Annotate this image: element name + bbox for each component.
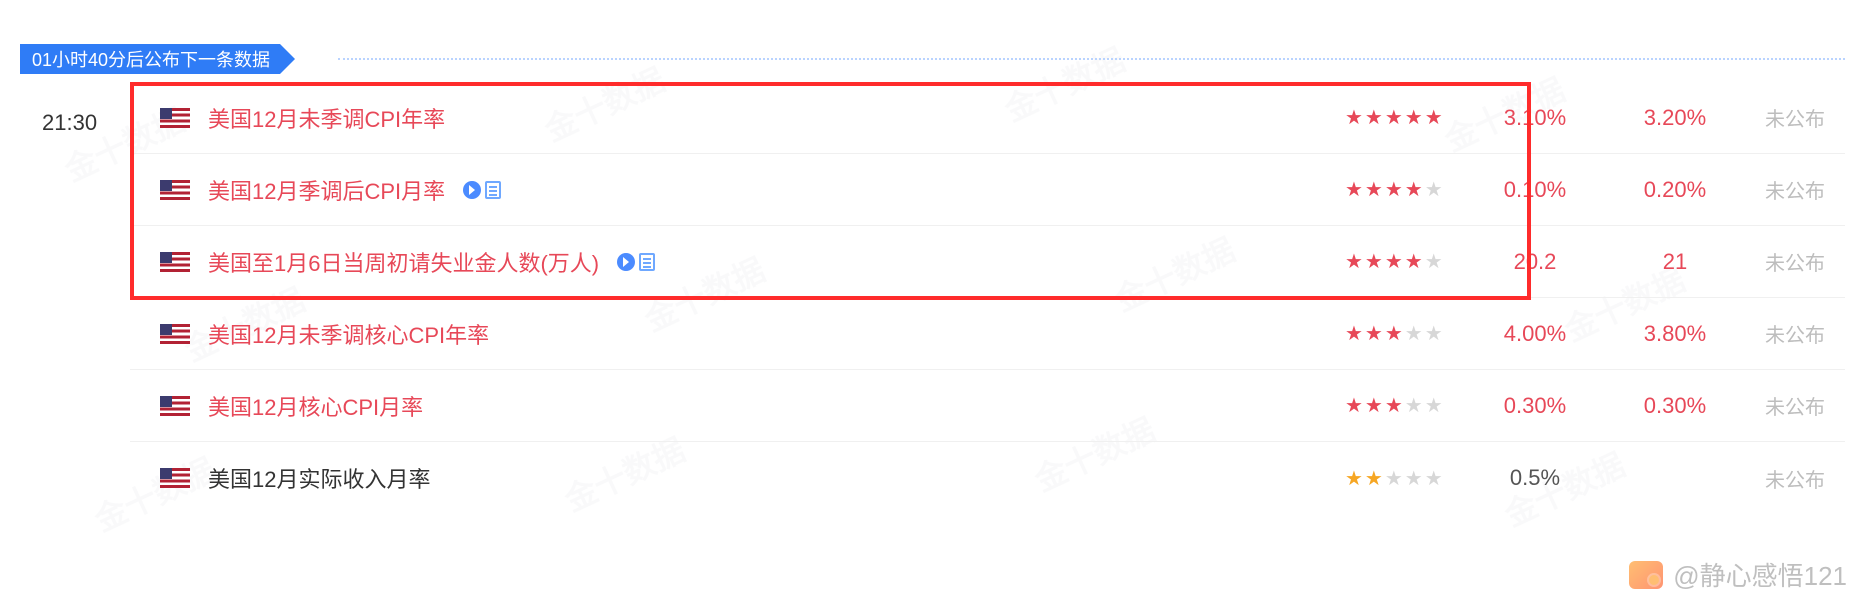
value-forecast: 3.20% bbox=[1605, 105, 1745, 131]
flag-us-icon bbox=[160, 324, 190, 344]
event-title[interactable]: 美国12月核心CPI月率 bbox=[208, 390, 423, 422]
event-title[interactable]: 美国至1月6日当周初请失业金人数(万人) bbox=[208, 246, 599, 278]
value-forecast: 3.80% bbox=[1605, 321, 1745, 347]
author-handle: @静心感悟121 bbox=[1673, 556, 1847, 593]
value-forecast: 21 bbox=[1605, 249, 1745, 275]
status-badge: 未公布 bbox=[1745, 175, 1845, 204]
value-forecast: 0.30% bbox=[1605, 393, 1745, 419]
importance-stars: ★★★★★ bbox=[1345, 393, 1465, 418]
value-previous: 4.00% bbox=[1465, 321, 1605, 347]
status-badge: 未公布 bbox=[1745, 319, 1845, 348]
event-title[interactable]: 美国12月实际收入月率 bbox=[208, 462, 430, 494]
event-row[interactable]: 美国至1月6日当周初请失业金人数(万人) ★★★★★ 20.2 21 未公布 bbox=[130, 226, 1845, 298]
flag-us-icon bbox=[160, 252, 190, 272]
flag-us-icon bbox=[160, 108, 190, 128]
value-previous: 0.10% bbox=[1465, 177, 1605, 203]
event-row[interactable]: 美国12月季调后CPI月率 ★★★★★ 0.10% 0.20% 未公布 bbox=[130, 154, 1845, 226]
value-previous: 3.10% bbox=[1465, 105, 1605, 131]
flag-us-icon bbox=[160, 180, 190, 200]
event-extras bbox=[617, 253, 655, 271]
event-time: 21:30 bbox=[42, 110, 97, 136]
play-icon[interactable] bbox=[617, 253, 635, 271]
weibo-logo-icon bbox=[1629, 561, 1663, 589]
importance-stars: ★★★★★ bbox=[1345, 321, 1465, 346]
weibo-watermark: @静心感悟121 bbox=[1629, 556, 1847, 593]
value-forecast: 0.20% bbox=[1605, 177, 1745, 203]
event-rows: 美国12月未季调CPI年率 ★★★★★ 3.10% 3.20% 未公布 美国12… bbox=[130, 82, 1845, 514]
flag-us-icon bbox=[160, 396, 190, 416]
event-title[interactable]: 美国12月未季调核心CPI年率 bbox=[208, 318, 489, 350]
status-badge: 未公布 bbox=[1745, 464, 1845, 493]
countdown-text: 01小时40分后公布下一条数据 bbox=[32, 46, 270, 72]
event-row[interactable]: 美国12月未季调核心CPI年率 ★★★★★ 4.00% 3.80% 未公布 bbox=[130, 298, 1845, 370]
document-icon[interactable] bbox=[639, 253, 655, 271]
countdown-banner: 01小时40分后公布下一条数据 bbox=[20, 44, 280, 74]
status-badge: 未公布 bbox=[1745, 103, 1845, 132]
importance-stars: ★★★★★ bbox=[1345, 466, 1465, 491]
event-title[interactable]: 美国12月未季调CPI年率 bbox=[208, 102, 445, 134]
value-previous: 0.5% bbox=[1465, 465, 1605, 491]
status-badge: 未公布 bbox=[1745, 247, 1845, 276]
flag-us-icon bbox=[160, 468, 190, 488]
event-extras bbox=[463, 181, 501, 199]
value-previous: 20.2 bbox=[1465, 249, 1605, 275]
importance-stars: ★★★★★ bbox=[1345, 249, 1465, 274]
event-row[interactable]: 美国12月实际收入月率 ★★★★★ 0.5% 未公布 bbox=[130, 442, 1845, 514]
document-icon[interactable] bbox=[485, 181, 501, 199]
importance-stars: ★★★★★ bbox=[1345, 105, 1465, 130]
value-previous: 0.30% bbox=[1465, 393, 1605, 419]
event-row[interactable]: 美国12月未季调CPI年率 ★★★★★ 3.10% 3.20% 未公布 bbox=[130, 82, 1845, 154]
event-row[interactable]: 美国12月核心CPI月率 ★★★★★ 0.30% 0.30% 未公布 bbox=[130, 370, 1845, 442]
importance-stars: ★★★★★ bbox=[1345, 177, 1465, 202]
status-badge: 未公布 bbox=[1745, 391, 1845, 420]
play-icon[interactable] bbox=[463, 181, 481, 199]
banner-dotted-line bbox=[338, 58, 1845, 60]
event-title[interactable]: 美国12月季调后CPI月率 bbox=[208, 174, 445, 206]
